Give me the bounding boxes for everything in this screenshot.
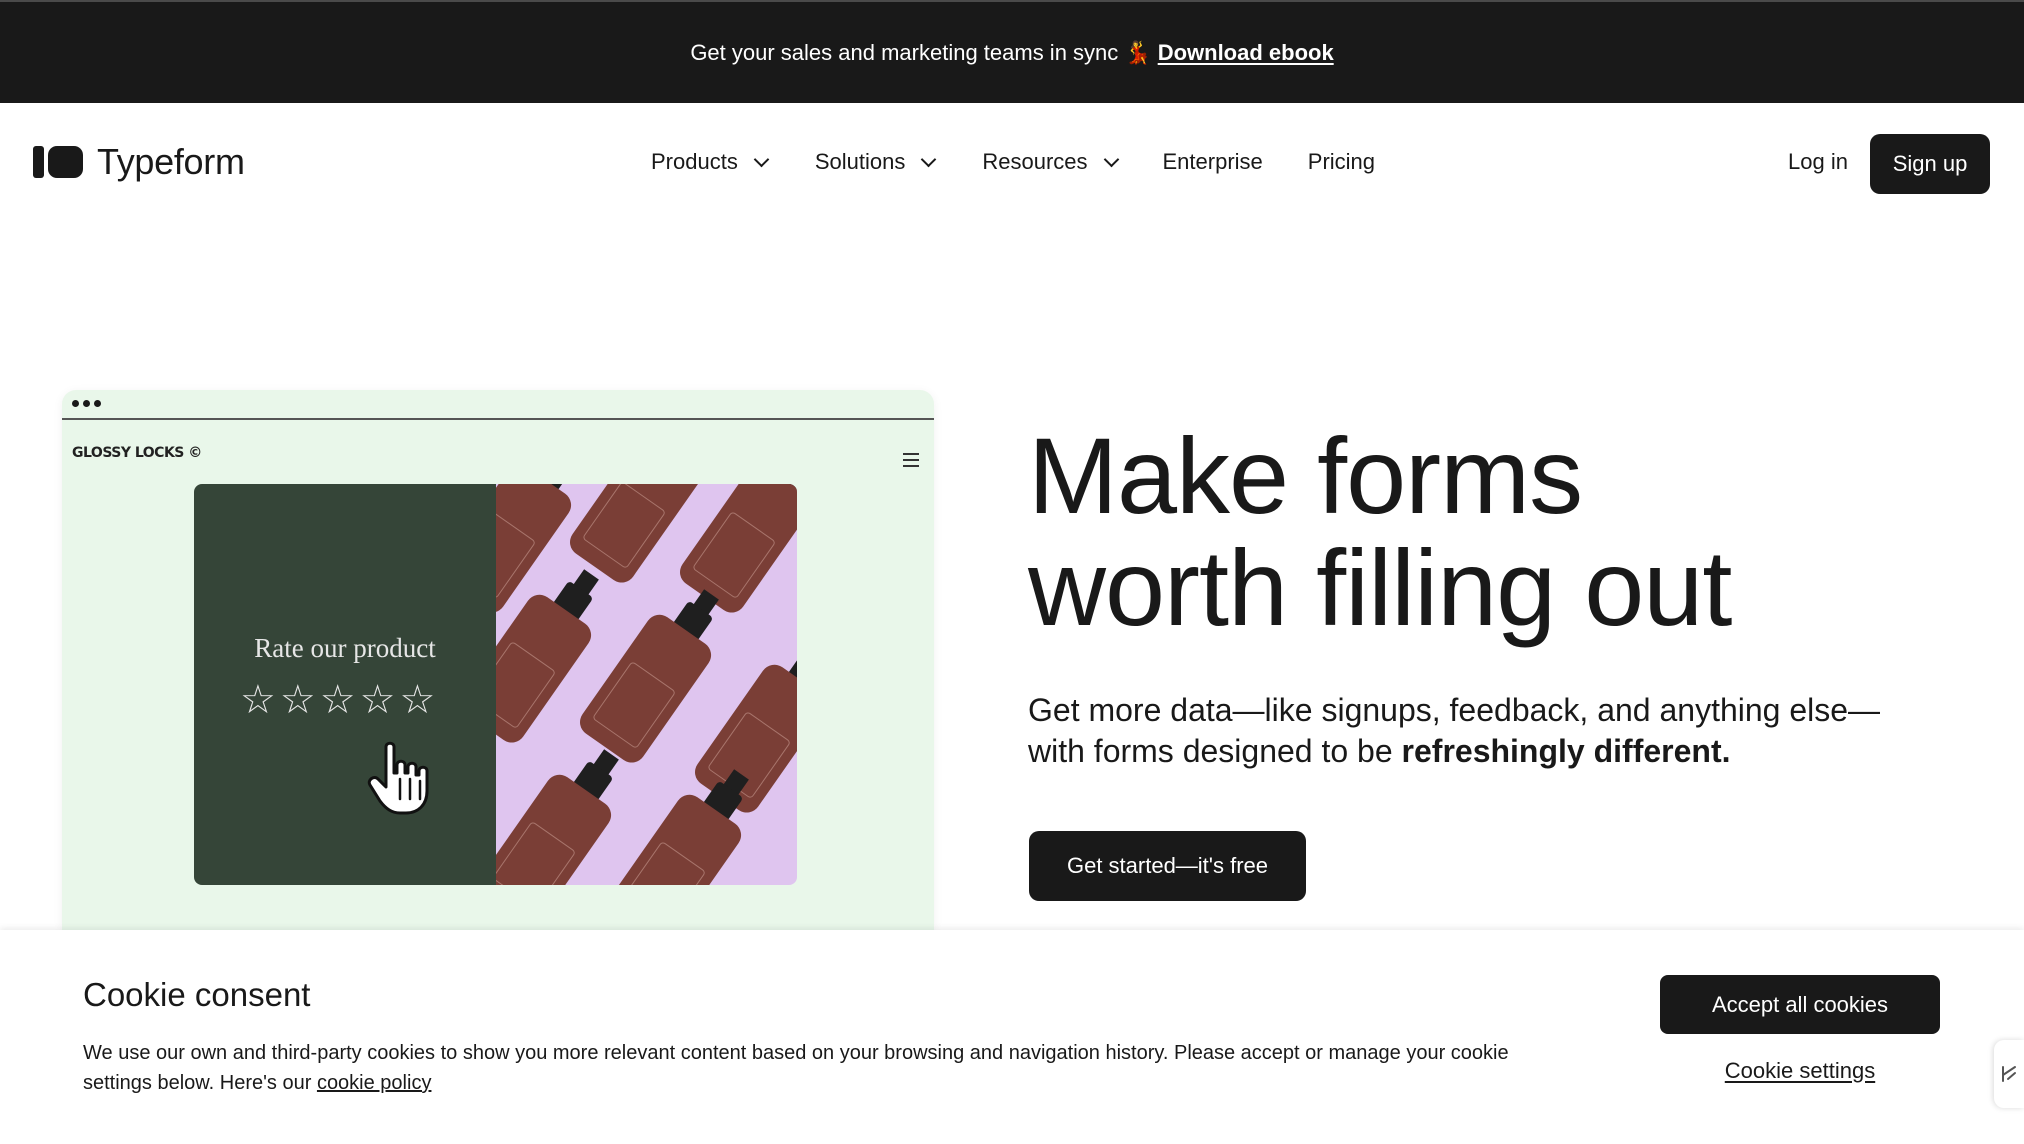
chevron-down-icon (1103, 151, 1119, 167)
announcement-bar: Get your sales and marketing teams in sy… (0, 0, 2024, 103)
hero-title-line1: Make forms (1028, 415, 1583, 536)
hero-subtitle: Get more data—like signups, feedback, an… (1028, 690, 1888, 772)
nav-resources[interactable]: Resources (982, 149, 1119, 175)
nav-products-label: Products (651, 149, 738, 174)
download-ebook-link[interactable]: Download ebook (1158, 40, 1334, 66)
get-started-button[interactable]: Get started—it's free (1029, 831, 1306, 901)
window-dots-icon (72, 400, 101, 407)
accept-all-cookies-button[interactable]: Accept all cookies (1660, 975, 1940, 1034)
star-icon: ☆ (319, 678, 356, 722)
nav-pricing[interactable]: Pricing (1308, 149, 1375, 175)
cookie-description: We use our own and third-party cookies t… (83, 1042, 1509, 1094)
star-rating: ☆ ☆ ☆ ☆ ☆ (240, 680, 435, 720)
cookie-consent-text: We use our own and third-party cookies t… (83, 1038, 1583, 1098)
cookie-policy-link[interactable]: cookie policy (317, 1072, 432, 1094)
star-icon: ☆ (359, 678, 396, 722)
announcement-text: Get your sales and marketing teams in sy… (690, 39, 1119, 65)
nav-resources-label: Resources (982, 149, 1088, 174)
cookie-consent-banner: Cookie consent We use our own and third-… (0, 930, 2024, 1144)
pointing-hand-cursor-icon (367, 741, 429, 815)
rating-question: Rate our product (254, 633, 436, 663)
chevron-down-icon (921, 151, 937, 167)
nav-solutions[interactable]: Solutions (814, 149, 937, 175)
cookie-settings-link[interactable]: Cookie settings (1660, 1058, 1940, 1084)
hamburger-menu-icon (903, 453, 919, 467)
hero-title-line2: worth filling out (1028, 527, 1732, 648)
typeform-logo[interactable]: Typeform (33, 141, 245, 183)
main-nav: Products Solutions Resources Enterprise … (651, 149, 1375, 175)
nav-enterprise[interactable]: Enterprise (1163, 149, 1263, 175)
preview-window-topbar (62, 390, 934, 420)
site-header: Typeform Products Solutions Resources En… (0, 103, 2024, 223)
signup-button[interactable]: Sign up (1870, 134, 1990, 194)
rating-panel: Rate our product ☆ ☆ ☆ ☆ ☆ (194, 484, 496, 885)
hero-subtitle-emphasis: refreshingly different. (1401, 733, 1731, 769)
cookie-consent-title: Cookie consent (83, 976, 311, 1013)
dancer-emoji-icon: 💃 (1124, 39, 1152, 65)
typeform-logo-icon (33, 146, 83, 178)
rating-form-card: Rate our product ☆ ☆ ☆ ☆ ☆ (194, 484, 797, 885)
nav-solutions-label: Solutions (814, 149, 906, 174)
star-icon: ☆ (240, 678, 276, 722)
product-preview-window: GLOSSY LOCKS © Rate our product ☆ ☆ ☆ ☆ … (62, 390, 934, 930)
product-bottles-image (496, 484, 797, 885)
feedback-icon (2002, 1066, 2016, 1082)
star-icon: ☆ (279, 678, 316, 722)
logo-text: Typeform (97, 141, 245, 182)
feedback-widget-tab[interactable] (1994, 1040, 2024, 1108)
nav-products[interactable]: Products (651, 149, 770, 175)
hero-title: Make forms worth filling out (1028, 420, 1732, 644)
star-icon: ☆ (399, 678, 436, 722)
chevron-down-icon (753, 151, 770, 167)
preview-brand-logo: GLOSSY LOCKS © (72, 445, 202, 461)
login-link[interactable]: Log in (1788, 149, 1848, 175)
